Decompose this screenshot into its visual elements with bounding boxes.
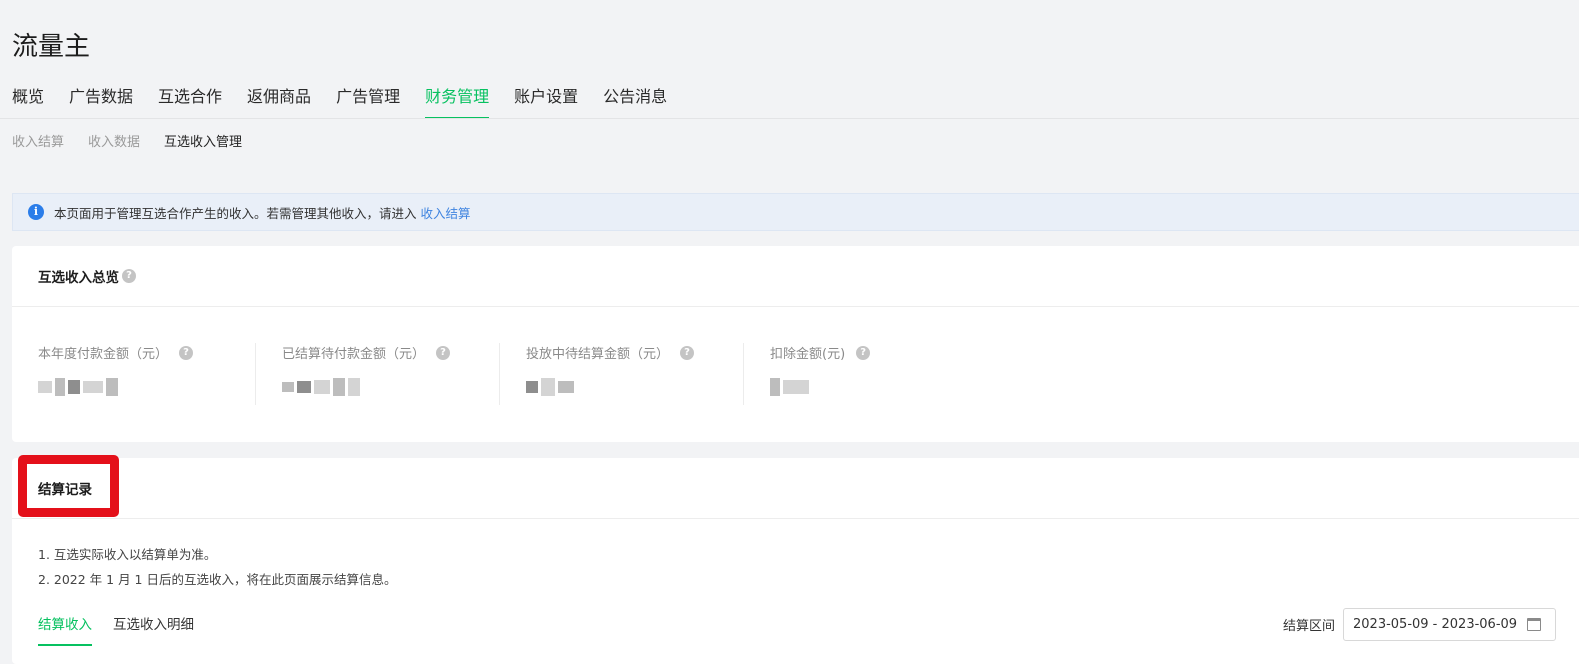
note-line: 2. 2022 年 1 月 1 日后的互选收入，将在此页面展示结算信息。: [38, 572, 397, 587]
calendar-icon: [1527, 618, 1542, 631]
records-notes: 1. 互选实际收入以结算单为准。 2. 2022 年 1 月 1 日后的互选收入…: [38, 542, 397, 592]
help-icon[interactable]: ?: [122, 269, 136, 283]
tab-mutual-income-details[interactable]: 互选收入明细: [113, 613, 194, 646]
help-icon[interactable]: ?: [856, 345, 871, 360]
overview-card: 互选收入总览 ? 本年度付款金额（元）? 已结算待付款金额（元）? 投放中待结算…: [12, 246, 1579, 442]
settlement-date-range: 结算区间 2023-05-09 - 2023-06-09: [1283, 608, 1556, 641]
stat-annual-paid: 本年度付款金额（元）?: [12, 343, 256, 405]
tab-ad-data[interactable]: 广告数据: [69, 86, 133, 119]
note-line: 1. 互选实际收入以结算单为准。: [38, 547, 217, 562]
stat-settled-pending-payment: 已结算待付款金额（元）?: [256, 343, 500, 405]
help-icon[interactable]: ?: [179, 345, 194, 360]
sub-nav-mutual-income-management[interactable]: 互选收入管理: [164, 131, 242, 150]
tab-announcements[interactable]: 公告消息: [603, 86, 667, 119]
sub-nav: 收入结算 收入数据 互选收入管理: [12, 131, 266, 150]
notice-text: 本页面用于管理互选合作产生的收入。若需管理其他收入，请进入: [54, 205, 417, 221]
sub-nav-income-data[interactable]: 收入数据: [88, 131, 140, 150]
main-nav: 概览 广告数据 互选合作 返佣商品 广告管理 财务管理 账户设置 公告消息: [12, 86, 692, 119]
tab-ad-management[interactable]: 广告管理: [336, 86, 400, 119]
help-icon[interactable]: ?: [436, 345, 451, 360]
page-title: 流量主: [12, 32, 91, 62]
tab-commission-products[interactable]: 返佣商品: [247, 86, 311, 119]
stat-value-redacted: [38, 376, 255, 398]
nav-divider: [0, 118, 1579, 119]
stat-label: 扣除金额(元): [770, 347, 846, 362]
stat-value-redacted: [526, 376, 743, 398]
records-tabs: 结算收入 互选收入明细: [38, 613, 215, 646]
tab-finance-management[interactable]: 财务管理: [425, 86, 490, 119]
tab-overview[interactable]: 概览: [12, 86, 44, 119]
date-range-value: 2023-05-09 - 2023-06-09: [1353, 617, 1518, 632]
info-notice: i 本页面用于管理互选合作产生的收入。若需管理其他收入，请进入 收入结算: [12, 193, 1579, 231]
help-icon[interactable]: ?: [680, 345, 695, 360]
overview-stats: 本年度付款金额（元）? 已结算待付款金额（元）? 投放中待结算金额（元）? 扣除…: [12, 343, 988, 405]
tab-mutual-selection[interactable]: 互选合作: [158, 86, 222, 119]
stat-value-redacted: [282, 376, 499, 398]
stat-in-delivery-pending-settlement: 投放中待结算金额（元）?: [500, 343, 744, 405]
tab-account-settings[interactable]: 账户设置: [514, 86, 578, 119]
date-range-label: 结算区间: [1282, 619, 1335, 634]
stat-value-redacted: [770, 376, 988, 398]
settlement-records-card: 结算记录 1. 互选实际收入以结算单为准。 2. 2022 年 1 月 1 日后…: [12, 455, 1579, 664]
date-range-picker[interactable]: 2023-05-09 - 2023-06-09: [1343, 608, 1556, 641]
overview-card-header: 互选收入总览 ?: [12, 246, 1579, 307]
overview-title: 互选收入总览: [38, 270, 119, 286]
stat-label: 投放中待结算金额（元）: [526, 347, 670, 362]
records-card-header: 结算记录: [12, 455, 1579, 519]
stat-label: 本年度付款金额（元）: [38, 347, 169, 362]
notice-link-income-settlement[interactable]: 收入结算: [421, 203, 471, 222]
records-title: 结算记录: [38, 482, 92, 498]
info-icon: i: [28, 204, 44, 220]
stat-deducted-amount: 扣除金额(元)?: [744, 343, 988, 405]
sub-nav-income-settlement[interactable]: 收入结算: [12, 131, 64, 150]
stat-label: 已结算待付款金额（元）: [282, 347, 426, 362]
tab-settlement-income[interactable]: 结算收入: [38, 613, 92, 646]
